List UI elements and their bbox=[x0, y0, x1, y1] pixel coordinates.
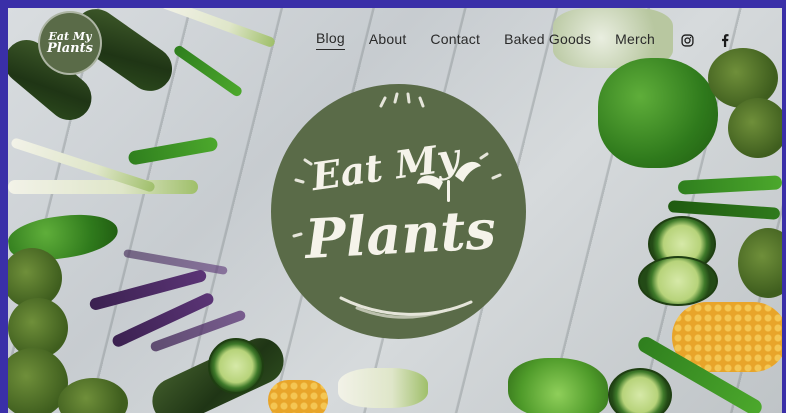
green-chili-image bbox=[677, 175, 782, 195]
nav-link-contact[interactable]: Contact bbox=[430, 31, 480, 50]
cucumber-slice-image bbox=[208, 338, 264, 394]
nav-link-merch[interactable]: Merch bbox=[615, 31, 655, 50]
broccoli-image bbox=[58, 378, 128, 413]
lettuce-image bbox=[508, 358, 608, 413]
cucumber-slice-image bbox=[638, 256, 718, 306]
instagram-icon[interactable] bbox=[679, 32, 695, 48]
hero-logo-line2: Plants bbox=[303, 197, 498, 271]
green-onion-image bbox=[159, 8, 277, 49]
nav-link-baked-goods[interactable]: Baked Goods bbox=[504, 31, 591, 50]
hero-logo: Eat My Plants bbox=[271, 84, 526, 339]
social-links bbox=[679, 32, 755, 48]
green-chili-image bbox=[127, 136, 219, 166]
green-chili-image bbox=[172, 43, 244, 99]
green-onion-image bbox=[8, 180, 198, 194]
broccoli-image bbox=[738, 228, 782, 298]
broccoli-image bbox=[728, 98, 782, 158]
hero-background: Eat My Plants Blog About Contact Baked G… bbox=[8, 8, 782, 413]
purple-pepper-image bbox=[123, 248, 228, 276]
site-logo-small-line2: Plants bbox=[47, 41, 93, 56]
green-bell-pepper-image bbox=[598, 58, 718, 168]
main-nav: Blog About Contact Baked Goods Merch bbox=[316, 30, 755, 50]
facebook-icon[interactable] bbox=[717, 32, 733, 48]
site-logo-small[interactable]: Eat My Plants bbox=[38, 11, 102, 75]
nav-link-about[interactable]: About bbox=[369, 31, 407, 50]
nav-link-blog[interactable]: Blog bbox=[316, 30, 345, 50]
onion-image bbox=[338, 368, 428, 408]
corn-image bbox=[268, 380, 328, 413]
cucumber-slice-image bbox=[608, 368, 672, 413]
